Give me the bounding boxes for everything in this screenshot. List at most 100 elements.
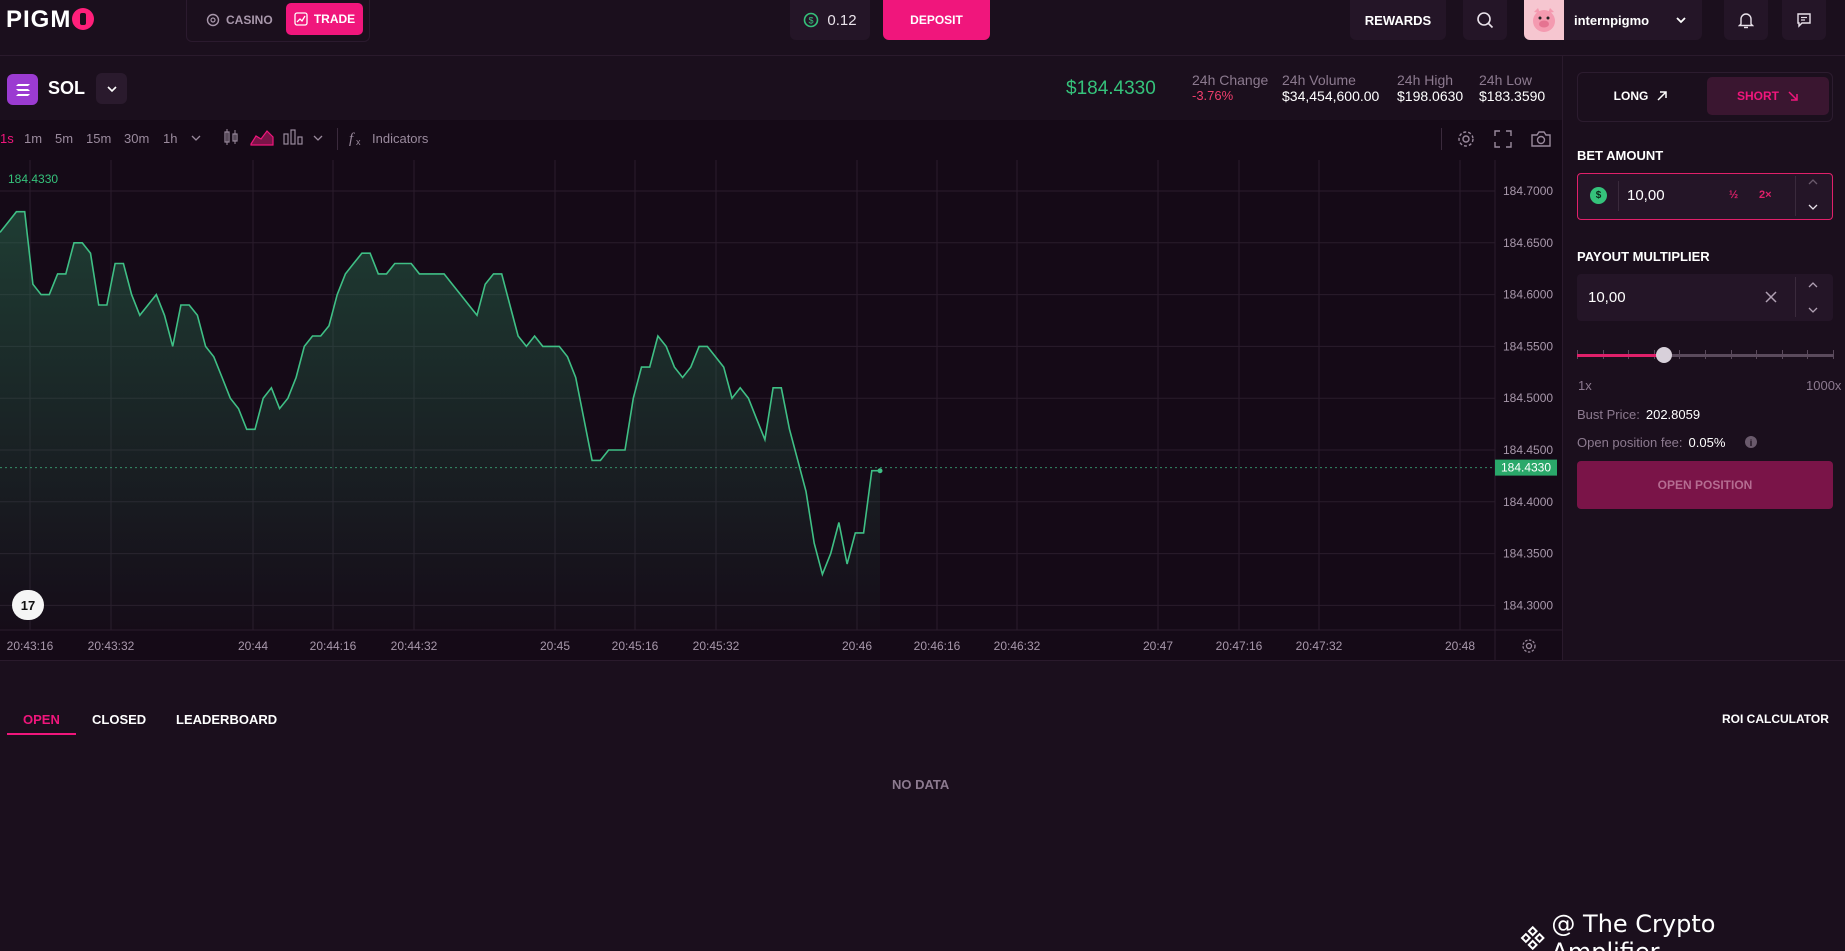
current-price-tag-label: 184.4330 xyxy=(1501,461,1551,475)
fee-row: Open position fee: 0.05% xyxy=(1577,435,1725,450)
empty-state: NO DATA xyxy=(892,777,950,792)
interval-1s[interactable]: 1s xyxy=(0,131,14,146)
half-button[interactable]: ½ xyxy=(1729,189,1738,201)
multiplier-slider-handle[interactable] xyxy=(1656,347,1673,363)
search-button[interactable] xyxy=(1463,0,1507,40)
tab-closed[interactable]: CLOSED xyxy=(92,712,146,727)
slider-tick xyxy=(1705,350,1706,359)
chevron-down-icon[interactable] xyxy=(190,133,202,143)
search-icon xyxy=(1477,12,1494,29)
trade-button[interactable]: TRADE xyxy=(286,3,363,35)
bust-price-label: Bust Price: xyxy=(1577,407,1640,422)
username: internpigmo xyxy=(1574,12,1650,28)
user-menu[interactable]: internpigmo xyxy=(1524,0,1702,40)
long-button[interactable]: LONG xyxy=(1582,77,1700,115)
y-tick-label: 184.4000 xyxy=(1503,495,1553,509)
x-tick-label: 20:48 xyxy=(1445,639,1475,653)
notifications-button[interactable] xyxy=(1724,0,1768,40)
clear-icon[interactable] xyxy=(1764,290,1778,304)
symbol-dropdown[interactable] xyxy=(96,73,127,104)
avatar xyxy=(1524,0,1564,40)
chevron-down-icon[interactable] xyxy=(1807,202,1819,212)
chevron-down-icon[interactable] xyxy=(312,133,324,143)
balance-value: 0.12 xyxy=(827,11,857,29)
stat-24h-volume: 24h Volume $34,454,600.00 xyxy=(1282,72,1379,104)
x-tick-label: 20:44:32 xyxy=(391,639,438,653)
x-tick-label: 20:45 xyxy=(540,639,570,653)
y-tick-label: 184.6500 xyxy=(1503,236,1553,250)
chat-icon xyxy=(1797,13,1811,28)
x-tick-label: 20:44 xyxy=(238,639,268,653)
stat-label: 24h Change xyxy=(1192,72,1269,88)
gear-icon[interactable] xyxy=(1521,638,1537,654)
price-chart[interactable]: 184.7000 184.6500 184.6000 184.5500 184.5000… xyxy=(0,160,1562,660)
fee-value: 0.05% xyxy=(1688,435,1726,450)
field-divider xyxy=(1795,277,1796,317)
double-button[interactable]: 2× xyxy=(1759,189,1772,201)
indicators-icon[interactable]: fx xyxy=(348,129,366,147)
chat-button[interactable] xyxy=(1782,0,1826,40)
symbol-name: SOL xyxy=(48,78,86,98)
tab-open[interactable]: OPEN xyxy=(23,712,60,727)
svg-text:x: x xyxy=(356,137,361,147)
tradingview-logo[interactable]: 17 xyxy=(12,590,44,620)
toolbar-divider xyxy=(337,128,338,150)
panel-divider xyxy=(1562,56,1563,660)
y-tick-label: 184.6000 xyxy=(1503,288,1553,302)
tab-leaderboard[interactable]: LEADERBOARD xyxy=(176,712,277,727)
bars-icon[interactable] xyxy=(282,128,304,146)
open-position-button[interactable]: OPEN POSITION xyxy=(1577,461,1833,509)
deposit-button[interactable]: DEPOSIT xyxy=(883,0,990,40)
balance-display[interactable]: $ 0.12 xyxy=(790,0,870,40)
bust-price-row: Bust Price: 202.8059 xyxy=(1577,407,1700,422)
y-tick-label: 184.3000 xyxy=(1503,598,1553,612)
y-tick-label: 184.4500 xyxy=(1503,443,1553,457)
roi-calculator-button[interactable]: ROI CALCULATOR xyxy=(1722,712,1829,726)
x-tick-label: 20:47:32 xyxy=(1296,639,1343,653)
short-button[interactable]: SHORT xyxy=(1707,77,1829,115)
rewards-button[interactable]: REWARDS xyxy=(1350,0,1446,40)
interval-1m[interactable]: 1m xyxy=(24,131,42,146)
stat-value: -3.76% xyxy=(1192,88,1234,103)
indicators-button[interactable]: Indicators xyxy=(372,131,428,146)
payout-multiplier-value[interactable]: 10,00 xyxy=(1588,289,1626,306)
casino-button[interactable]: CASINO xyxy=(200,6,279,34)
long-label: LONG xyxy=(1613,89,1649,103)
y-tick-label: 184.5000 xyxy=(1503,391,1553,405)
pigmo-logo[interactable]: PIGM xyxy=(6,6,95,34)
y-tick-label: 184.7000 xyxy=(1503,184,1553,198)
field-divider xyxy=(1618,181,1619,211)
last-price-label: 184.4330 xyxy=(8,172,59,186)
fullscreen-icon[interactable] xyxy=(1494,130,1512,148)
x-tick-label: 20:47 xyxy=(1143,639,1173,653)
area-chart-icon[interactable] xyxy=(250,128,274,146)
payout-multiplier-label: PAYOUT MULTIPLIER xyxy=(1577,249,1710,264)
interval-5m[interactable]: 5m xyxy=(55,131,73,146)
y-tick-label: 184.5500 xyxy=(1503,339,1553,353)
chevron-down-icon[interactable] xyxy=(1807,305,1819,315)
candles-icon[interactable] xyxy=(222,127,240,147)
active-tab-indicator xyxy=(7,733,76,735)
bet-amount-value[interactable]: 10,00 xyxy=(1627,187,1665,204)
stat-value: $183.3590 xyxy=(1479,88,1546,104)
gear-icon[interactable] xyxy=(1456,129,1476,149)
interval-1h[interactable]: 1h xyxy=(163,131,177,146)
camera-icon[interactable] xyxy=(1530,130,1552,148)
header-divider xyxy=(0,55,1845,56)
slider-tick xyxy=(1833,350,1834,359)
coin-icon: $ xyxy=(1590,187,1607,204)
trade-label: TRADE xyxy=(313,12,356,26)
x-tick-label: 20:43:16 xyxy=(7,639,54,653)
y-tick-label: 184.3500 xyxy=(1503,547,1553,561)
chevron-up-icon[interactable] xyxy=(1807,280,1819,290)
arrow-down-right-icon xyxy=(1788,91,1798,101)
chevron-down-icon xyxy=(106,85,117,92)
x-tick-label: 20:46 xyxy=(842,639,872,653)
chevron-up-icon[interactable] xyxy=(1807,177,1819,187)
slider-tick xyxy=(1807,350,1809,359)
info-icon[interactable]: i xyxy=(1744,435,1758,449)
interval-15m[interactable]: 15m xyxy=(86,131,111,146)
field-divider xyxy=(1795,176,1796,216)
stat-24h-high: 24h High $198.0630 xyxy=(1397,72,1463,104)
interval-30m[interactable]: 30m xyxy=(124,131,149,146)
